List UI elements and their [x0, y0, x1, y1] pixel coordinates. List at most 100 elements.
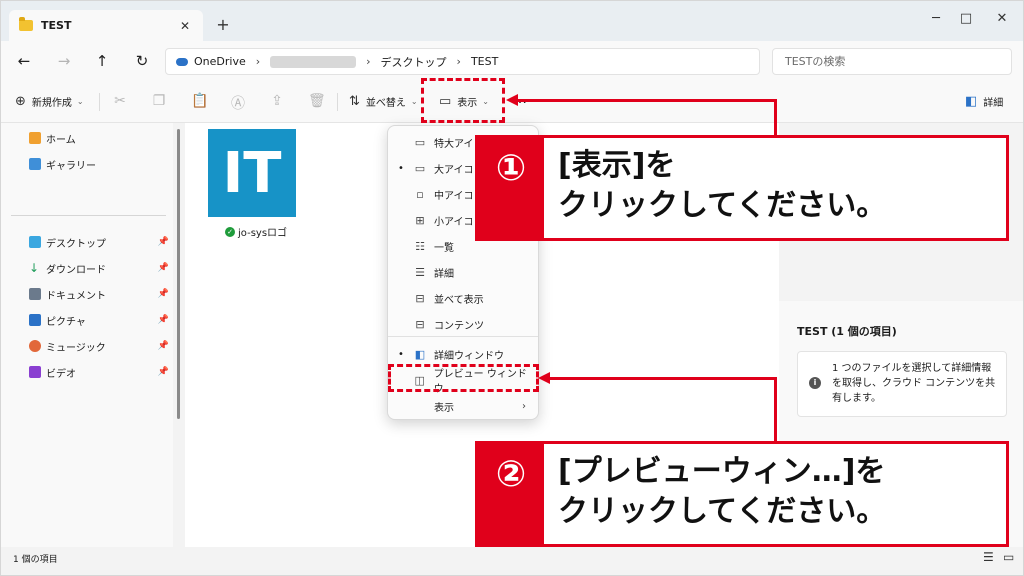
selected-bullet-icon: • [398, 162, 404, 174]
connector-line [774, 377, 777, 443]
sidebar-item-label: ビデオ [46, 368, 76, 380]
home-icon [29, 132, 41, 144]
connector-line [549, 377, 777, 380]
breadcrumb-onedrive[interactable]: OneDrive [194, 55, 246, 68]
breadcrumb-desktop[interactable]: デスクトップ [381, 54, 447, 70]
monitor-small-icon: ▫ [416, 187, 424, 201]
pin-icon[interactable]: 📌 [158, 315, 169, 325]
details-view-icon[interactable]: ☰ [983, 550, 994, 564]
share-icon[interactable]: ⇪ [269, 93, 285, 109]
navigation-sidebar: ホーム ギャラリー デスクトップ 📌 ↓ ダウンロード 📌 ドキュメント 📌 ピ… [1, 123, 173, 547]
details-list-icon: ☰ [415, 265, 425, 279]
connector-line [517, 99, 777, 102]
pin-icon[interactable]: 📌 [158, 289, 169, 299]
breadcrumb-redacted[interactable] [270, 55, 357, 68]
download-icon: ↓ [29, 261, 40, 275]
menu-item-content[interactable]: ⊟ コンテンツ [392, 312, 536, 336]
sidebar-item-desktop[interactable]: デスクトップ 📌 [29, 233, 173, 251]
details-button[interactable]: ◧ 詳細 [965, 94, 1003, 109]
sidebar-item-label: ピクチャ [46, 316, 86, 328]
sidebar-item-pictures[interactable]: ピクチャ 📌 [29, 311, 173, 329]
search-input[interactable]: TESTの検索 [772, 48, 1012, 75]
sidebar-divider [11, 215, 166, 216]
sidebar-scrollbar[interactable] [177, 129, 180, 419]
pin-icon[interactable]: 📌 [158, 237, 169, 247]
connector-line [774, 99, 777, 137]
callout-step-1: ① [表示]を クリックしてください。 [475, 135, 1009, 241]
info-icon: i [809, 377, 821, 389]
details-info-box: i 1 つのファイルを選択して詳細情報を取得し、クラウド コンテンツを共有します… [797, 351, 1007, 417]
chevron-right-icon: › [522, 400, 526, 412]
tab-title: TEST [41, 19, 72, 32]
sidebar-item-music[interactable]: ミュージック 📌 [29, 337, 173, 355]
menu-separator [388, 336, 538, 337]
tiles-view-icon[interactable]: ▭ [1003, 550, 1014, 564]
tab-bar: TEST ✕ + ─ □ ✕ [1, 1, 1023, 41]
navigation-bar: ← → ↑ ↻ OneDrive › › デスクトップ › TEST TESTの… [1, 41, 1023, 81]
forward-icon[interactable]: → [53, 51, 75, 71]
menu-item-label: 表示 [434, 402, 454, 414]
pin-icon[interactable]: 📌 [158, 341, 169, 351]
monitor-icon: ▭ [414, 161, 426, 175]
sidebar-item-label: ミュージック [46, 342, 106, 354]
file-thumbnail[interactable]: IT [208, 129, 296, 217]
paste-icon[interactable]: 📋 [191, 93, 208, 109]
callout-step-2: ② [プレビューウィン…]を クリックしてください。 [475, 441, 1009, 547]
arrow-left-icon [506, 94, 518, 106]
toolbar-divider [99, 93, 100, 111]
address-bar[interactable]: OneDrive › › デスクトップ › TEST [165, 48, 760, 75]
sidebar-item-videos[interactable]: ビデオ 📌 [29, 363, 173, 381]
file-item[interactable]: ✓ jo-sysロゴ [225, 224, 287, 239]
highlight-preview-pane [388, 364, 539, 392]
menu-item-details-pane[interactable]: • ◧ 詳細ウィンドウ [392, 342, 536, 366]
menu-item-tiles[interactable]: ⊟ 並べて表示 [392, 286, 536, 310]
grid-icon: ⊞ [415, 213, 425, 227]
pin-icon[interactable]: 📌 [158, 263, 169, 273]
new-label: 新規作成 [31, 98, 72, 109]
breadcrumb-separator[interactable]: › [457, 55, 461, 68]
sort-label: 並べ替え [365, 98, 406, 109]
status-bar: 1 個の項目 ☰ ▭ [1, 547, 1023, 575]
sidebar-item-documents[interactable]: ドキュメント 📌 [29, 285, 173, 303]
close-window-icon[interactable]: ✕ [987, 11, 1017, 26]
up-icon[interactable]: ↑ [91, 51, 113, 71]
breadcrumb-separator[interactable]: › [256, 55, 260, 68]
sort-button[interactable]: ⇅ 並べ替え ⌄ [349, 94, 418, 109]
tiles-icon: ⊟ [415, 291, 425, 305]
details-title: TEST (1 個の項目) [797, 325, 897, 338]
breadcrumb-separator[interactable]: › [366, 55, 370, 68]
refresh-icon[interactable]: ↻ [131, 51, 153, 71]
pictures-icon [29, 314, 41, 326]
sidebar-item-downloads[interactable]: ↓ ダウンロード 📌 [29, 259, 173, 277]
new-tab-icon[interactable]: + [214, 17, 232, 33]
highlight-view-button [421, 78, 505, 123]
pin-icon[interactable]: 📌 [158, 367, 169, 377]
step-2-line-1: [プレビューウィン…]を [558, 454, 886, 489]
plus-circle-icon: ⊕ [15, 94, 26, 109]
sidebar-item-label: ダウンロード [46, 264, 106, 276]
delete-icon[interactable]: 🗑 [308, 93, 326, 109]
videos-icon [29, 366, 41, 378]
toolbar-divider [337, 93, 338, 111]
onedrive-cloud-icon [176, 57, 188, 66]
file-explorer-window: TEST ✕ + ─ □ ✕ ← → ↑ ↻ OneDrive › › デスクト… [0, 0, 1024, 576]
menu-item-details[interactable]: ☰ 詳細 [392, 260, 536, 284]
rename-icon[interactable]: Ⓐ [230, 93, 246, 113]
minimize-icon[interactable]: ─ [921, 11, 951, 26]
tab-test[interactable]: TEST ✕ [9, 10, 203, 41]
cut-icon[interactable]: ✂ [112, 93, 128, 109]
menu-item-show[interactable]: 表示 › [392, 394, 536, 418]
file-name-label: jo-sysロゴ [238, 228, 288, 239]
step-1-line-2: クリックしてください。 [558, 188, 887, 223]
new-button[interactable]: ⊕ 新規作成 ⌄ [15, 94, 84, 109]
copy-icon[interactable]: ❐ [151, 93, 167, 109]
menu-item-label: 並べて表示 [434, 294, 484, 306]
sidebar-item-home[interactable]: ホーム [29, 129, 173, 147]
selected-bullet-icon: • [398, 348, 404, 360]
back-icon[interactable]: ← [13, 51, 35, 71]
details-info-text: 1 つのファイルを選択して詳細情報を取得し、クラウド コンテンツを共有します。 [832, 363, 996, 404]
maximize-icon[interactable]: □ [951, 11, 981, 26]
tab-close-icon[interactable]: ✕ [177, 19, 193, 33]
breadcrumb-test[interactable]: TEST [471, 55, 498, 68]
sidebar-item-gallery[interactable]: ギャラリー [29, 155, 173, 173]
